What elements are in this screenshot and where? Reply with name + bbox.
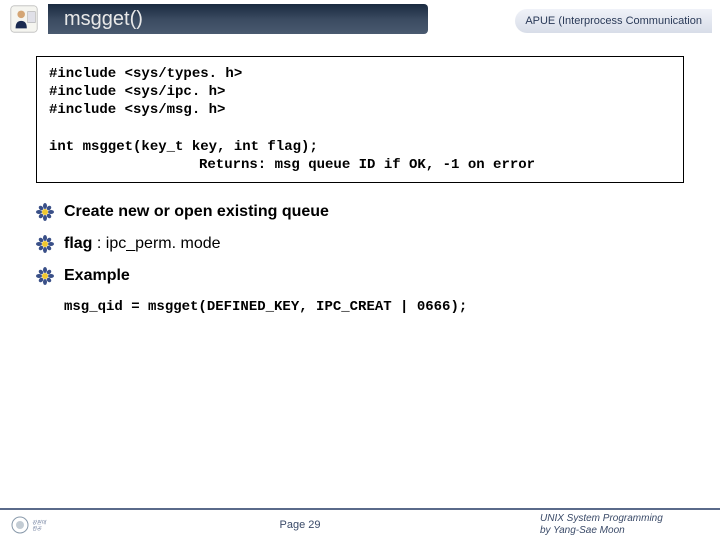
- slide-footer: 강원대 컴공 Page 29 UNIX System Programming b…: [0, 508, 720, 540]
- title-bar: msgget(): [48, 4, 428, 34]
- subtitle-slot: APUE (Interprocess Communication: [428, 4, 720, 34]
- bullet-item: Example: [36, 267, 684, 285]
- code-synopsis-box: #include <sys/types. h> #include <sys/ip…: [36, 56, 684, 183]
- footer-line1: UNIX System Programming: [540, 513, 712, 525]
- bullet-item: flag : ipc_perm. mode: [36, 235, 684, 253]
- bullet-text: Example: [64, 267, 130, 285]
- example-code-line: msg_qid = msgget(DEFINED_KEY, IPC_CREAT …: [36, 299, 684, 315]
- footer-credits: UNIX System Programming by Yang-Sae Moon: [540, 513, 720, 537]
- footer-line2: by Yang-Sae Moon: [540, 525, 712, 537]
- slide-content: #include <sys/types. h> #include <sys/ip…: [0, 38, 720, 315]
- flower-bullet-icon: [36, 235, 54, 253]
- header-person-icon: [0, 0, 48, 38]
- slide-header: msgget() APUE (Interprocess Communicatio…: [0, 0, 720, 38]
- bullet-list: Create new or open existing queue flag :…: [36, 203, 684, 285]
- flower-bullet-icon: [36, 267, 54, 285]
- bullet-item: Create new or open existing queue: [36, 203, 684, 221]
- code-line: int msgget(key_t key, int flag);: [49, 139, 318, 155]
- svg-text:컴공: 컴공: [32, 525, 42, 532]
- svg-text:강원대: 강원대: [32, 519, 47, 526]
- bullet-text: Create new or open existing queue: [64, 203, 329, 221]
- bullet-text: flag : ipc_perm. mode: [64, 235, 221, 253]
- code-line: #include <sys/types. h>: [49, 66, 242, 82]
- page-number: Page 29: [60, 519, 540, 531]
- subtitle-text: APUE (Interprocess Communication: [515, 9, 712, 33]
- footer-logo-icon: 강원대 컴공: [0, 515, 60, 535]
- flower-bullet-icon: [36, 203, 54, 221]
- code-return-line: Returns: msg queue ID if OK, -1 on error: [49, 157, 535, 173]
- slide-title: msgget(): [64, 8, 143, 31]
- code-line: #include <sys/ipc. h>: [49, 84, 225, 100]
- code-line: #include <sys/msg. h>: [49, 102, 225, 118]
